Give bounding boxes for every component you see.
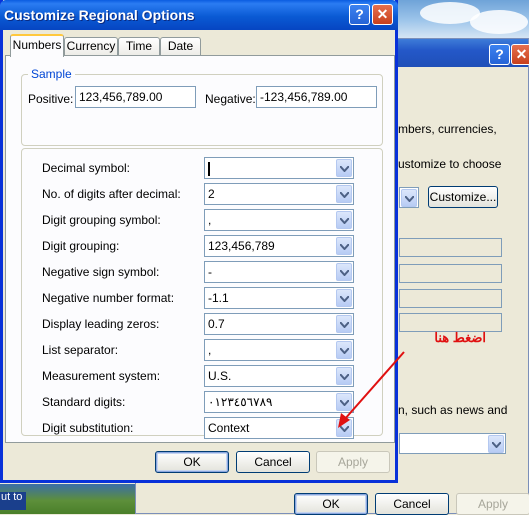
background-field: [399, 264, 502, 283]
chevron-down-icon: [401, 189, 417, 207]
combo-value: -: [208, 265, 212, 279]
setting-label: No. of digits after decimal:: [42, 187, 181, 201]
setting-label: Digit grouping:: [42, 239, 120, 253]
setting-label: Standard digits:: [42, 395, 126, 409]
help-icon[interactable]: ?: [349, 4, 370, 25]
background-field: [399, 289, 502, 308]
digits-after-decimal-combo[interactable]: 2: [204, 183, 354, 205]
digit-grouping-combo[interactable]: 123,456,789: [204, 235, 354, 257]
setting-label: Negative number format:: [42, 291, 175, 305]
negative-sign-symbol-combo[interactable]: -: [204, 261, 354, 283]
combo-value: -1.1: [208, 291, 229, 305]
cloud: [470, 10, 528, 34]
number-settings-group: Decimal symbol: No. of digits after deci…: [21, 148, 383, 439]
sample-legend: Sample: [28, 67, 75, 81]
setting-label: Digit substitution:: [42, 421, 134, 435]
combo-value: [208, 158, 210, 178]
combo-value: U.S.: [208, 369, 232, 383]
negative-number-format-combo[interactable]: -1.1: [204, 287, 354, 309]
combo-value: 123,456,789: [208, 239, 275, 253]
chevron-down-icon[interactable]: [336, 263, 352, 281]
desktop-shortcut-label[interactable]: ut to: [0, 492, 26, 510]
negative-label: Negative:: [205, 92, 256, 106]
annotation-text: اضغط هنا: [434, 330, 486, 345]
chevron-down-icon[interactable]: [336, 289, 352, 307]
chevron-down-icon[interactable]: [336, 367, 352, 385]
background-cancel-button[interactable]: Cancel: [375, 493, 449, 515]
tab-time[interactable]: Time: [118, 37, 160, 56]
help-icon[interactable]: ?: [489, 44, 510, 65]
background-text: mbers, currencies,: [398, 122, 497, 136]
chevron-down-icon: [488, 435, 504, 453]
digit-substitution-combo[interactable]: Context: [204, 417, 354, 439]
combo-value: 2: [208, 187, 215, 201]
setting-label: Measurement system:: [42, 369, 161, 383]
standard-digits-combo[interactable]: ٠١٢٣٤٥٦٧٨٩: [204, 391, 354, 413]
measurement-system-combo[interactable]: U.S.: [204, 365, 354, 387]
ok-button[interactable]: OK: [155, 451, 229, 473]
setting-label: Digit grouping symbol:: [42, 213, 161, 227]
chevron-down-icon[interactable]: [336, 237, 352, 255]
tab-currency[interactable]: Currency: [64, 37, 118, 56]
background-dropdown[interactable]: [399, 187, 419, 208]
title-bar: Customize Regional Options ? ✕: [0, 0, 398, 30]
sample-group: Sample Positive: 123,456,789.00 Negative…: [21, 67, 383, 146]
chevron-down-icon[interactable]: [336, 159, 352, 177]
background-text: ustomize to choose: [398, 157, 502, 171]
setting-label: Display leading zeros:: [42, 317, 160, 331]
chevron-down-icon[interactable]: [336, 185, 352, 203]
combo-value: 0.7: [208, 317, 225, 331]
dialog-title: Customize Regional Options: [4, 7, 195, 23]
combo-value: Context: [208, 421, 250, 435]
tab-date[interactable]: Date: [160, 37, 201, 56]
background-dropdown[interactable]: [399, 433, 506, 454]
positive-sample-field: 123,456,789.00: [75, 86, 196, 108]
close-icon[interactable]: ✕: [372, 4, 393, 25]
setting-label: Negative sign symbol:: [42, 265, 160, 279]
background-apply-button: Apply: [456, 493, 529, 515]
chevron-down-icon[interactable]: [336, 211, 352, 229]
combo-value: ٠١٢٣٤٥٦٧٨٩: [208, 395, 273, 409]
customize-regional-options-dialog: Customize Regional Options ? ✕ Numbers C…: [0, 0, 398, 483]
positive-label: Positive:: [28, 92, 74, 106]
apply-button: Apply: [316, 451, 390, 473]
cancel-button[interactable]: Cancel: [236, 451, 310, 473]
decimal-symbol-combo[interactable]: [204, 157, 354, 179]
chevron-down-icon[interactable]: [336, 315, 352, 333]
customize-button[interactable]: Customize...: [428, 186, 498, 208]
chevron-down-icon[interactable]: [336, 393, 352, 411]
numbers-tab-panel: Sample Positive: 123,456,789.00 Negative…: [5, 55, 395, 443]
list-separator-combo[interactable]: ,: [204, 339, 354, 361]
digit-grouping-symbol-combo[interactable]: ,: [204, 209, 354, 231]
background-ok-button[interactable]: OK: [294, 493, 368, 515]
background-field: [399, 238, 502, 257]
text-cursor: [208, 161, 210, 176]
display-leading-zeros-combo[interactable]: 0.7: [204, 313, 354, 335]
combo-value: ,: [208, 213, 212, 227]
tab-numbers[interactable]: Numbers: [10, 34, 64, 57]
chevron-down-icon[interactable]: [336, 419, 352, 437]
setting-label: Decimal symbol:: [42, 161, 131, 175]
combo-value: ,: [208, 343, 212, 357]
setting-label: List separator:: [42, 343, 119, 357]
chevron-down-icon[interactable]: [336, 341, 352, 359]
negative-sample-field: -123,456,789.00: [256, 86, 377, 108]
close-icon[interactable]: ✕: [511, 44, 529, 65]
background-text: n, such as news and: [398, 403, 508, 417]
